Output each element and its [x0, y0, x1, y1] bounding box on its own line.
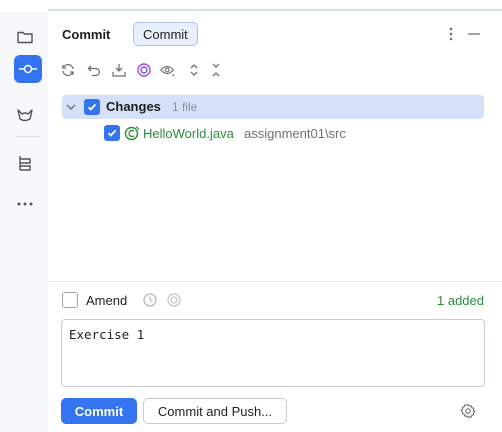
file-path: assignment01\src: [244, 126, 346, 141]
divider: [48, 281, 502, 282]
ai-commit-message-icon[interactable]: [166, 292, 182, 308]
commit-panel: Commit Commit Changes 1 file HelloWorld.…: [48, 12, 502, 432]
collapse-all-icon[interactable]: [208, 62, 224, 78]
panel-title: Commit: [62, 27, 111, 42]
merge-request-icon[interactable]: [14, 104, 36, 126]
folder-icon[interactable]: [14, 26, 36, 48]
refresh-icon[interactable]: [60, 62, 76, 78]
changes-checkbox[interactable]: [84, 99, 100, 115]
ai-assistant-icon[interactable]: [136, 62, 152, 78]
file-name[interactable]: HelloWorld.java: [143, 126, 234, 141]
more-horizontal-icon[interactable]: [14, 193, 36, 215]
panel-header: Commit Commit: [48, 12, 502, 56]
changes-tree: Changes 1 file HelloWorld.java assignmen…: [48, 90, 502, 282]
top-accent-line: [48, 9, 502, 11]
history-icon[interactable]: [142, 292, 158, 308]
commit-message-text: Exercise 1: [69, 327, 145, 342]
tool-window-strip: [0, 12, 49, 432]
amend-checkbox[interactable]: [62, 292, 78, 308]
commit-icon[interactable]: [14, 55, 42, 83]
rollback-icon[interactable]: [86, 62, 102, 78]
strip-separator: [16, 136, 40, 137]
structure-icon[interactable]: [14, 152, 36, 174]
settings-icon[interactable]: [460, 403, 476, 419]
commit-and-push-button[interactable]: Commit and Push...: [143, 398, 287, 424]
tab-commit[interactable]: Commit: [133, 22, 198, 46]
chevron-down-icon[interactable]: [64, 100, 78, 114]
commit-message-field[interactable]: Exercise 1: [61, 319, 485, 387]
added-count: 1 added: [437, 293, 484, 308]
changes-label: Changes: [106, 99, 161, 114]
changes-count: 1 file: [172, 100, 198, 114]
expand-all-icon[interactable]: [186, 62, 202, 78]
java-class-icon: [124, 125, 140, 141]
shelve-icon[interactable]: [111, 62, 127, 78]
preview-diff-icon[interactable]: [160, 62, 176, 78]
amend-label[interactable]: Amend: [86, 293, 127, 308]
commit-button[interactable]: Commit: [61, 398, 137, 424]
minimize-icon[interactable]: [466, 25, 482, 43]
amend-row: Amend 1 added: [48, 288, 502, 312]
more-vertical-icon[interactable]: [443, 25, 459, 43]
file-checkbox[interactable]: [104, 125, 120, 141]
